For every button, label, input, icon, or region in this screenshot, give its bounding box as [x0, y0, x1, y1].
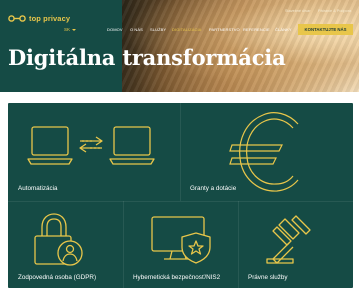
nav-item-referencie[interactable]: REFERENCIE: [243, 27, 270, 32]
service-card-label: Automatizácia: [18, 185, 58, 192]
service-card-granty[interactable]: Granty a dotácie: [180, 103, 353, 201]
page-title: Digitálna transformácia: [8, 45, 286, 70]
language-switcher[interactable]: SK: [64, 27, 77, 32]
language-current: SK: [64, 27, 71, 32]
nav-item-clanky[interactable]: ČLÁNKY: [275, 27, 292, 32]
nav-item-digitalizacia[interactable]: DIGITALIZÁCIA: [172, 27, 201, 32]
contact-button[interactable]: KONTAKTUJTE NÁS: [298, 24, 353, 35]
service-card-pravne[interactable]: Právne služby: [238, 201, 353, 288]
euro-icon: [229, 112, 299, 192]
gavel-icon: [266, 215, 311, 264]
nav-item-sluzby[interactable]: SLUŽBY: [150, 27, 166, 32]
nav-item-domov[interactable]: DOMOV: [107, 27, 123, 32]
services-section: Automatizácia Granty a dotácie Zodpovedn…: [0, 92, 359, 300]
service-card-label: Granty a dotácie: [190, 185, 237, 192]
brand-logo[interactable]: top privacy: [8, 14, 70, 23]
service-card-automatizacia[interactable]: Automatizácia: [8, 103, 180, 201]
utility-link-2[interactable]: Pátranie & Podpora: [318, 9, 351, 13]
service-card-label: Zodpovedná osoba (GDPR): [18, 274, 97, 281]
lock-person-icon: [34, 213, 83, 266]
nav-item-partnerstvo[interactable]: PARTNERSTVO: [209, 27, 240, 32]
utility-link-1[interactable]: Stavebné útvar: [285, 9, 311, 13]
brand-name: top privacy: [29, 14, 71, 23]
service-card-label: Právne služby: [248, 274, 288, 281]
laptop-sync-icon: [27, 126, 155, 165]
nav-item-o-nas[interactable]: O NÁS: [130, 27, 143, 32]
monitor-shield-star-icon: [151, 216, 211, 264]
services-grid: Automatizácia Granty a dotácie Zodpovedn…: [8, 103, 353, 288]
chevron-down-icon: [72, 28, 77, 31]
hero-banner: top privacy SK Stavebné útvar Pátranie &…: [0, 0, 359, 92]
service-card-gdpr[interactable]: Zodpovedná osoba (GDPR): [8, 201, 123, 288]
service-card-nis2[interactable]: Hybernetická bezpečnosť/NIS2: [123, 201, 238, 288]
key-icon: [8, 15, 26, 22]
service-card-label: Hybernetická bezpečnosť/NIS2: [133, 274, 221, 281]
